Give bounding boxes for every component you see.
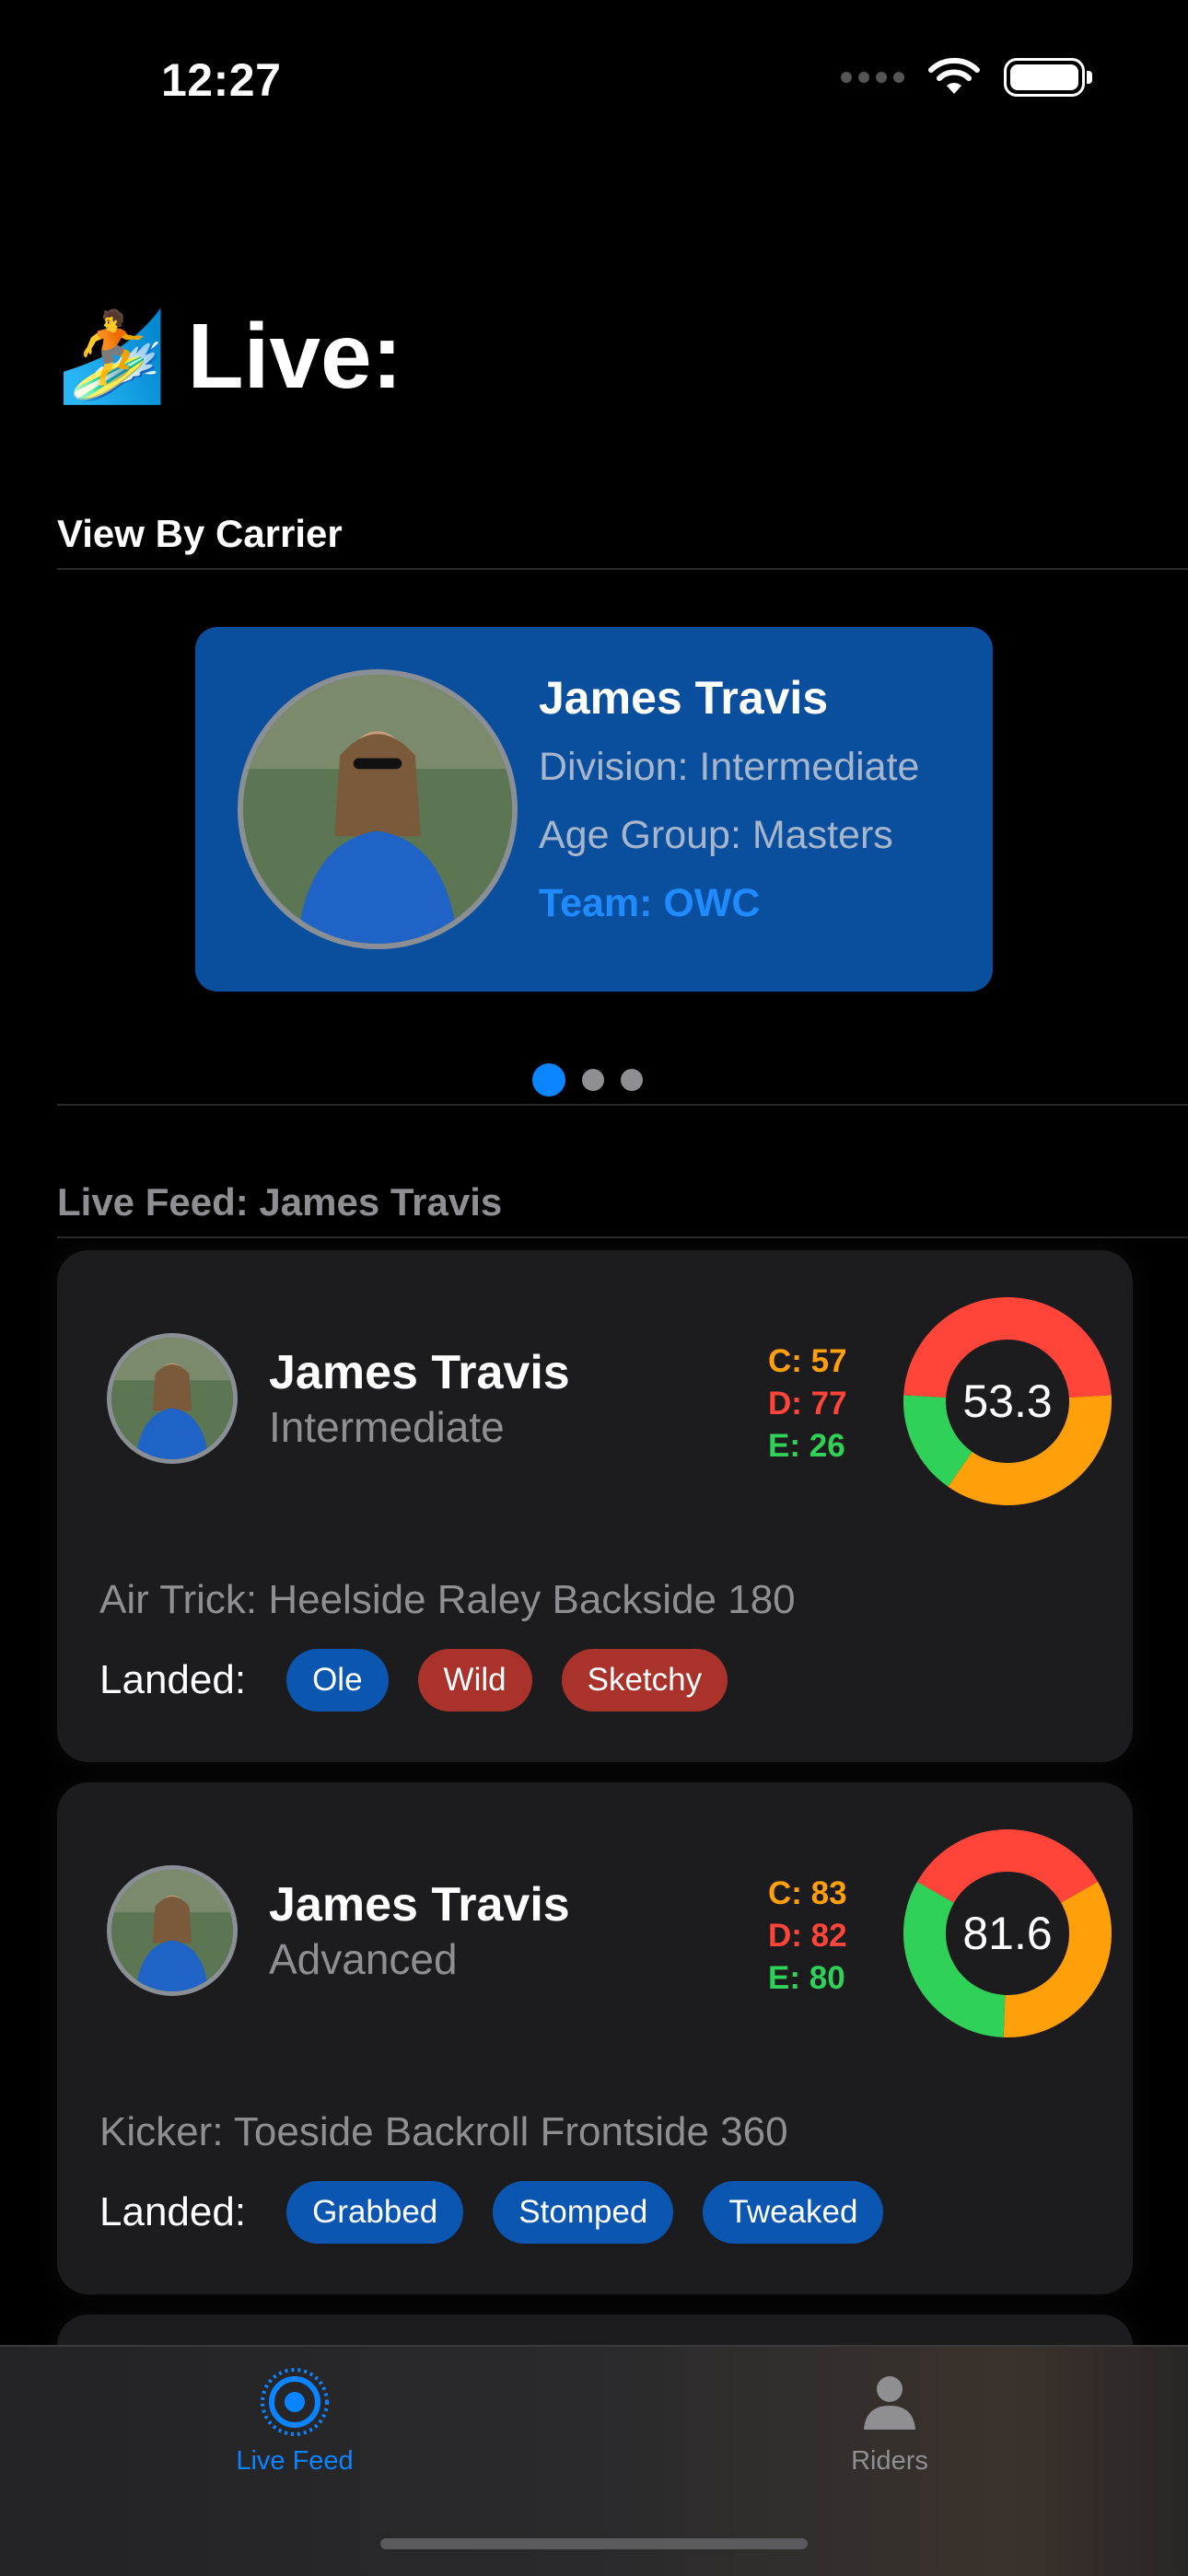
carrier-info: James Travis Division: Intermediate Age … — [539, 671, 919, 926]
avatar — [107, 1333, 238, 1464]
tab-label: Riders — [851, 2446, 928, 2476]
rider-division: Intermediate — [269, 1403, 505, 1451]
score-d: D: 82 — [768, 1918, 847, 1954]
trick-description: Air Trick: Heelside Raley Backside 180 — [99, 1577, 796, 1622]
carrier-card[interactable]: James Travis Division: Intermediate Age … — [195, 627, 993, 992]
cellular-signal-icon — [841, 72, 904, 83]
tag-chip: Stomped — [493, 2181, 674, 2244]
trick-description: Kicker: Toeside Backroll Frontside 360 — [99, 2109, 788, 2154]
live-broadcast-icon — [261, 2368, 329, 2436]
score-e: E: 26 — [768, 1428, 845, 1464]
page-indicator[interactable] — [532, 1063, 643, 1097]
status-time: 12:27 — [161, 54, 282, 106]
rider-name: James Travis — [269, 1878, 570, 1932]
tab-live-feed[interactable]: Live Feed — [203, 2365, 387, 2477]
divider — [57, 568, 1188, 570]
feed-card[interactable]: James Travis Advanced C: 83 D: 82 E: 80 … — [57, 1782, 1133, 2294]
landed-label: Landed: — [99, 1657, 247, 1702]
carrier-team: Team: OWC — [539, 881, 761, 925]
tab-label: Live Feed — [236, 2446, 354, 2476]
live-feed-title: Live Feed: James Travis — [57, 1180, 503, 1224]
landed-label: Landed: — [99, 2189, 247, 2234]
divider — [57, 1104, 1188, 1106]
person-icon — [864, 2376, 915, 2430]
tag-chip: Tweaked — [703, 2181, 884, 2244]
score-d: D: 77 — [768, 1386, 847, 1421]
total-score: 81.6 — [962, 1908, 1053, 1959]
home-indicator — [380, 2538, 808, 2549]
score-c: C: 83 — [768, 1875, 847, 1911]
rider-name: James Travis — [269, 1346, 570, 1399]
carrier-section-title: View By Carrier — [57, 512, 343, 555]
avatar — [238, 669, 518, 949]
page-dot[interactable] — [621, 1069, 643, 1091]
carrier-name: James Travis — [539, 672, 829, 724]
battery-icon — [1004, 58, 1092, 97]
landed-row: Landed: Ole Wild Sketchy — [99, 1649, 757, 1712]
score-c: C: 57 — [768, 1343, 847, 1379]
status-icons — [841, 57, 1092, 98]
carrier-age-group: Age Group: Masters — [539, 813, 893, 857]
avatar — [107, 1865, 238, 1996]
divider — [57, 1236, 1188, 1238]
page-dot[interactable] — [582, 1069, 604, 1091]
score-breakdown: C: 57 D: 77 E: 26 — [768, 1340, 847, 1468]
feed-card[interactable]: James Travis Intermediate C: 57 D: 77 E:… — [57, 1250, 1133, 1762]
score-breakdown: C: 83 D: 82 E: 80 — [768, 1873, 847, 2000]
surfer-emoji-icon: 🏄 — [57, 307, 168, 406]
landed-row: Landed: Grabbed Stomped Tweaked — [99, 2181, 913, 2244]
score-e: E: 80 — [768, 1960, 845, 1996]
total-score: 53.3 — [962, 1375, 1053, 1427]
page-title-text: Live: — [187, 305, 402, 408]
tab-riders[interactable]: Riders — [798, 2365, 982, 2477]
page-dot[interactable] — [532, 1063, 565, 1097]
tag-chip: Ole — [286, 1649, 389, 1712]
tag-chip: Grabbed — [286, 2181, 464, 2244]
tag-chip: Wild — [417, 1649, 532, 1712]
carrier-division: Division: Intermediate — [539, 745, 920, 789]
wifi-icon — [928, 57, 980, 94]
rider-division: Advanced — [269, 1935, 458, 1983]
page-title: 🏄 Live: — [57, 304, 402, 410]
tag-chip: Sketchy — [561, 1649, 728, 1712]
